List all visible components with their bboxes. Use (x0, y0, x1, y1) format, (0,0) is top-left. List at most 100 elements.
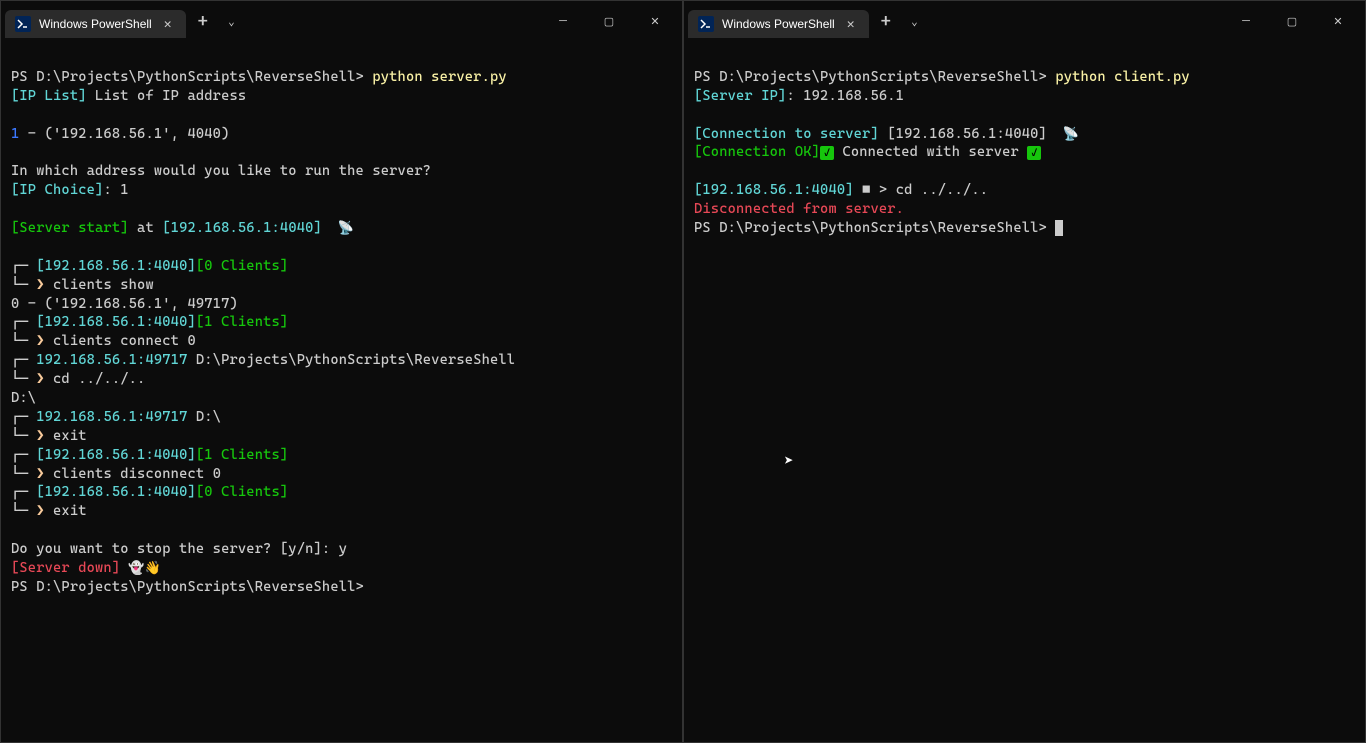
tab-dropdown-icon[interactable]: ⌄ (903, 15, 926, 28)
box-bottom: └─ (11, 466, 28, 482)
window-controls: ─ ▢ ✕ (540, 5, 678, 37)
colon: : (103, 182, 120, 198)
tab-strip: Windows PowerShell ✕ + ⌄ (5, 4, 243, 38)
tab-close-icon[interactable]: ✕ (843, 17, 859, 32)
tab-dropdown-icon[interactable]: ⌄ (220, 15, 243, 28)
tab-powershell[interactable]: Windows PowerShell ✕ (688, 10, 869, 38)
minimize-button[interactable]: ─ (540, 5, 586, 37)
satellite-icon: 📡 (1047, 127, 1079, 142)
prompt-addr: [192.168.56.1:4040] (36, 258, 196, 274)
maximize-button[interactable]: ▢ (586, 5, 632, 37)
prompt-addr: [192.168.56.1:4040] (36, 314, 196, 330)
prompt-addr: [192.168.56.1:4040] (694, 182, 854, 198)
clients-count: [1 Clients] (196, 314, 288, 330)
question-text: In which address would you like to run t… (11, 163, 431, 179)
titlebar-left[interactable]: Windows PowerShell ✕ + ⌄ ─ ▢ ✕ (1, 1, 682, 41)
server-ip-tag: [Server IP] (694, 88, 786, 104)
disconnected-text: Disconnected from server. (694, 201, 904, 217)
ps-prompt: PS D:\Projects\PythonScripts\ReverseShel… (694, 69, 1055, 85)
square-icon: ■ (854, 182, 879, 198)
ip-list-text: List of IP address (87, 88, 247, 104)
prompt-arrow: ❯ (36, 371, 44, 387)
terminal-window-right: Windows PowerShell ✕ + ⌄ ─ ▢ ✕ PS D:\Pro… (683, 0, 1366, 743)
prompt-arrow: ❯ (36, 428, 44, 444)
client-path: D:\Projects\PythonScripts\ReverseShell (187, 352, 515, 368)
box-top: ┌─ (11, 314, 28, 330)
box-bottom: └─ (11, 428, 28, 444)
cd-result: D:\ (11, 390, 36, 406)
tab-title: Windows PowerShell (39, 17, 152, 31)
ps-prompt-final: PS D:\Projects\PythonScripts\ReverseShel… (11, 579, 364, 595)
ps-prompt: PS D:\Projects\PythonScripts\ReverseShel… (11, 69, 372, 85)
titlebar-right[interactable]: Windows PowerShell ✕ + ⌄ ─ ▢ ✕ (684, 1, 1365, 41)
ip-choice-tag: [IP Choice] (11, 182, 103, 198)
clients-count: [0 Clients] (196, 484, 288, 500)
client-entry: 0 - ('192.168.56.1', 49717) (11, 296, 238, 312)
box-top: ┌─ (11, 352, 28, 368)
command: clients connect 0 (53, 333, 196, 349)
command: cd ../../.. (896, 182, 988, 198)
terminal-window-left: Windows PowerShell ✕ + ⌄ ─ ▢ ✕ PS D:\Pro… (0, 0, 683, 743)
tab-close-icon[interactable]: ✕ (160, 17, 176, 32)
entry-tuple: - ('192.168.56.1', 4040) (19, 126, 229, 142)
ps-prompt-final: PS D:\Projects\PythonScripts\ReverseShel… (694, 220, 1055, 236)
command-text: python client.py (1055, 69, 1189, 85)
maximize-button[interactable]: ▢ (1269, 5, 1315, 37)
colon: : (786, 88, 803, 104)
satellite-icon: 📡 (322, 221, 354, 236)
command-text: python server.py (372, 69, 506, 85)
prompt-addr: [192.168.56.1:4040] (36, 484, 196, 500)
new-tab-button[interactable]: + (188, 11, 219, 32)
window-controls: ─ ▢ ✕ (1223, 5, 1361, 37)
connected-text: Connected with server (834, 144, 1027, 160)
terminal-content-left[interactable]: PS D:\Projects\PythonScripts\ReverseShel… (1, 41, 682, 742)
tab-powershell[interactable]: Windows PowerShell ✕ (5, 10, 186, 38)
close-button[interactable]: ✕ (1315, 5, 1361, 37)
prompt-arrow: ❯ (36, 333, 44, 349)
tab-strip: Windows PowerShell ✕ + ⌄ (688, 4, 926, 38)
choice-value: 1 (120, 182, 128, 198)
client-addr: 192.168.56.1:49717 (36, 409, 187, 425)
box-bottom: └─ (11, 333, 28, 349)
server-start-tag: [Server start] (11, 220, 129, 236)
prompt-arrow: ❯ (36, 277, 44, 293)
cursor (1055, 220, 1063, 236)
close-button[interactable]: ✕ (632, 5, 678, 37)
minimize-button[interactable]: ─ (1223, 5, 1269, 37)
box-bottom: └─ (11, 277, 28, 293)
box-top: ┌─ (11, 409, 28, 425)
server-down-tag: [Server down] (11, 560, 120, 576)
tab-title: Windows PowerShell (722, 17, 835, 31)
connection-addr: [192.168.56.1:4040] (879, 126, 1047, 142)
new-tab-button[interactable]: + (871, 11, 902, 32)
server-ip-value: 192.168.56.1 (803, 88, 904, 104)
powershell-icon (15, 16, 31, 32)
box-top: ┌─ (11, 447, 28, 463)
box-top: ┌─ (11, 258, 28, 274)
box-bottom: └─ (11, 371, 28, 387)
gt: > (879, 182, 896, 198)
terminal-content-right[interactable]: PS D:\Projects\PythonScripts\ReverseShel… (684, 41, 1365, 742)
check-icon: ✓ (820, 146, 834, 160)
command: exit (53, 428, 87, 444)
command: clients show (53, 277, 154, 293)
ghost-wave-icon: 👻👋 (120, 561, 161, 576)
ip-list-tag: [IP List] (11, 88, 87, 104)
clients-count: [0 Clients] (196, 258, 288, 274)
prompt-arrow: ❯ (36, 503, 44, 519)
powershell-icon (698, 16, 714, 32)
connection-tag: [Connection to server] (694, 126, 879, 142)
connection-ok-tag: [Connection OK] (694, 144, 820, 160)
command: exit (53, 503, 87, 519)
stop-question: Do you want to stop the server? [y/n]: y (11, 541, 347, 557)
prompt-arrow: ❯ (36, 466, 44, 482)
check-icon: ✓ (1027, 146, 1041, 160)
clients-count: [1 Clients] (196, 447, 288, 463)
at-text: at (129, 220, 163, 236)
client-addr: 192.168.56.1:49717 (36, 352, 187, 368)
command: cd ../../.. (53, 371, 145, 387)
command: clients disconnect 0 (53, 466, 221, 482)
client-path: D:\ (187, 409, 221, 425)
prompt-addr: [192.168.56.1:4040] (36, 447, 196, 463)
server-address: [192.168.56.1:4040] (162, 220, 322, 236)
